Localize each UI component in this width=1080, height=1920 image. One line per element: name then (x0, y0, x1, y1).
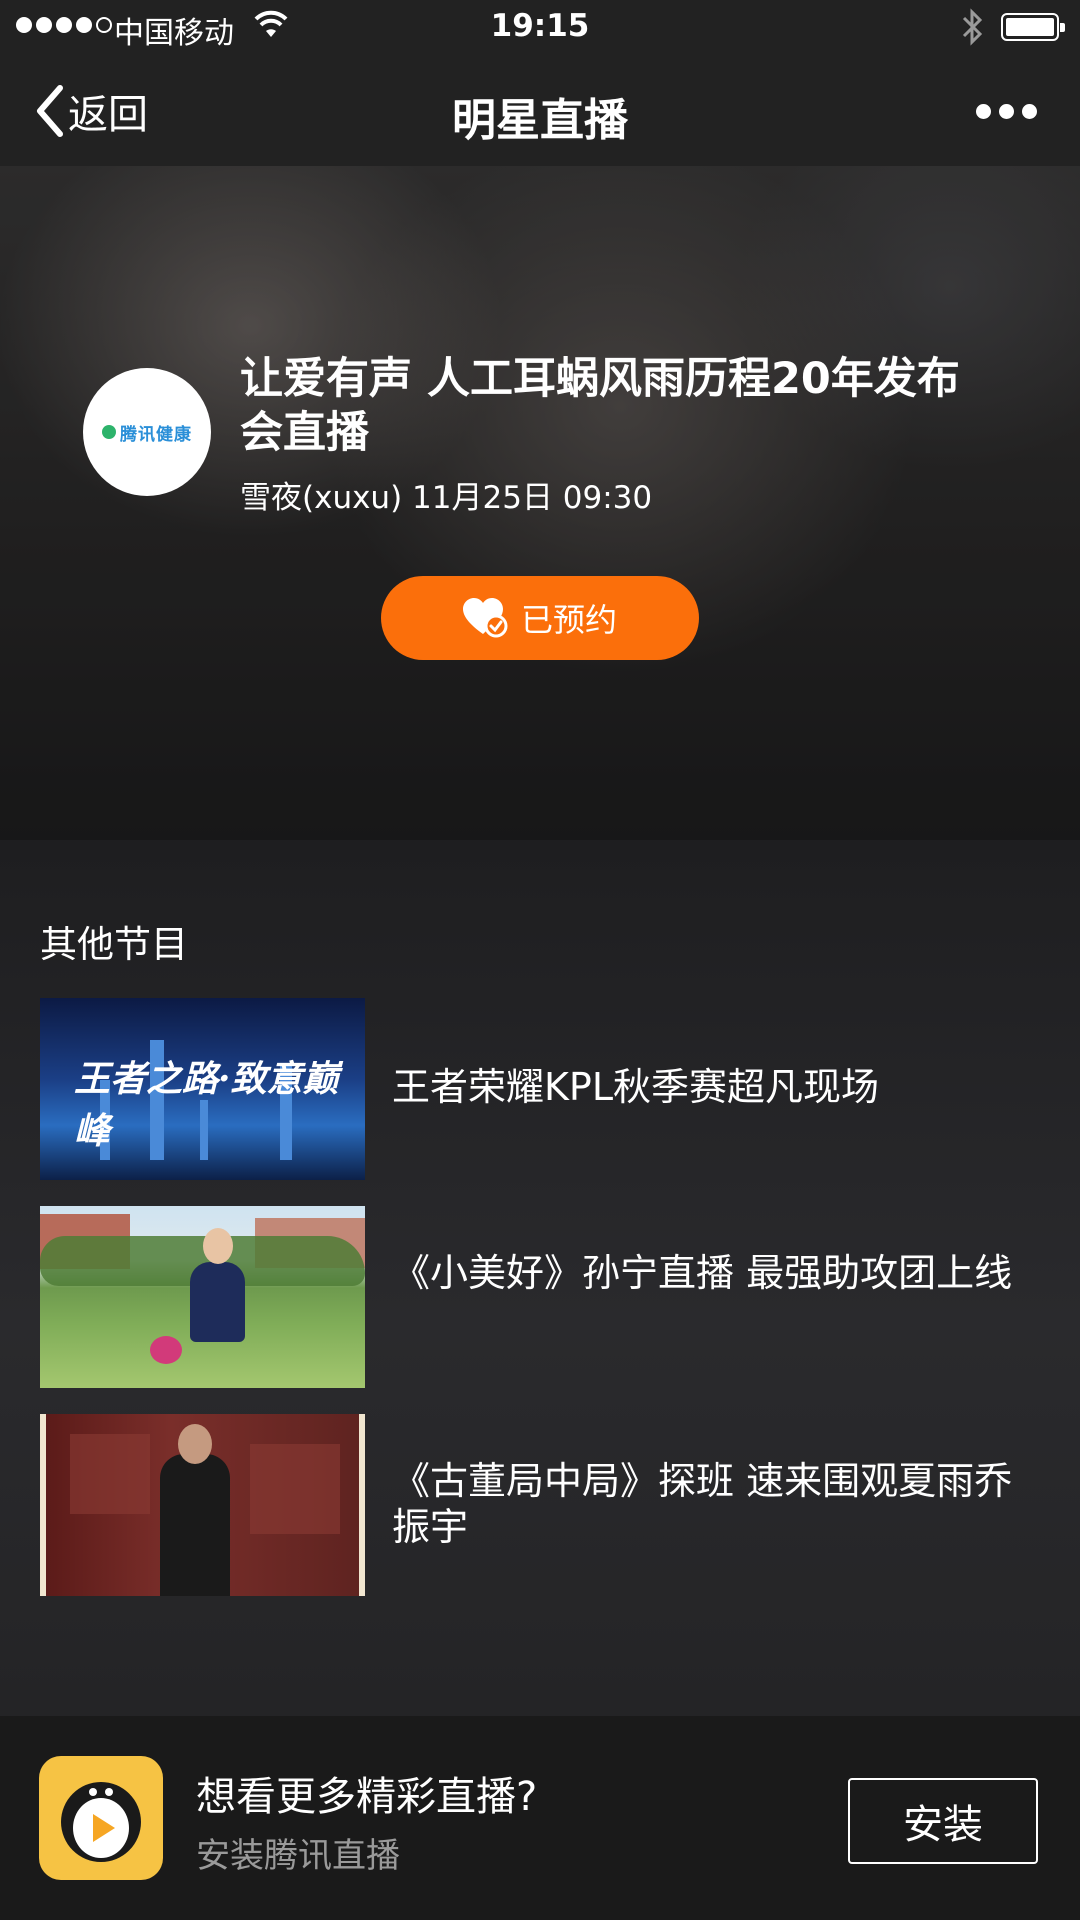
program-title: 王者荣耀KPL秋季赛超凡现场 (392, 1065, 880, 1109)
banner-title: 想看更多精彩直播? (196, 1774, 538, 1820)
live-title: 让爱有声 人工耳蜗风雨历程20年发布会直播 (240, 354, 960, 458)
penguin-play-icon (61, 1782, 141, 1862)
banner-subtitle: 安装腾讯直播 (196, 1836, 400, 1876)
reserved-label: 已预约 (520, 601, 617, 639)
live-hero: 腾讯健康 让爱有声 人工耳蜗风雨历程20年发布会直播 雪夜(xuxu) 11月2… (0, 166, 1080, 840)
page-title: 明星直播 (452, 95, 628, 146)
install-button[interactable]: 安装 (848, 1778, 1038, 1864)
status-bar: 中国移动 19:15 (0, 0, 1080, 58)
clock: 19:15 (490, 8, 590, 44)
host-avatar: 腾讯健康 (83, 368, 211, 496)
program-item[interactable]: 《小美好》孙宁直播 最强助攻团上线 (40, 1206, 1040, 1388)
program-title: 《古董局中局》探班 速来围观夏雨乔振宇 (392, 1459, 1013, 1549)
program-thumbnail (40, 1206, 365, 1388)
reserved-button[interactable]: 已预约 (381, 576, 699, 660)
more-options-button[interactable] (976, 104, 1037, 119)
program-title: 《小美好》孙宁直播 最强助攻团上线 (392, 1251, 1013, 1295)
program-thumbnail: 王者之路·致意巅峰 (40, 998, 365, 1180)
section-title: 其他节目 (40, 923, 188, 966)
program-item[interactable]: 王者之路·致意巅峰 王者荣耀KPL秋季赛超凡现场 (40, 998, 1040, 1180)
live-host-and-time: 雪夜(xuxu) 11月25日 09:30 (240, 480, 653, 516)
program-thumbnail (40, 1414, 365, 1596)
other-programs-section: 其他节目 王者之路·致意巅峰 王者荣耀KPL秋季赛超凡现场 《小美好》孙宁直播 … (0, 840, 1080, 1716)
bluetooth-icon (960, 8, 984, 50)
nav-bar: 返回 明星直播 (0, 58, 1080, 166)
host-logo-mark (102, 425, 116, 439)
host-logo-text: 腾讯健康 (120, 424, 192, 445)
install-banner: 想看更多精彩直播? 安装腾讯直播 安装 (0, 1716, 1080, 1920)
heart-check-icon (462, 598, 508, 638)
program-item[interactable]: 《古董局中局》探班 速来围观夏雨乔振宇 (40, 1414, 1040, 1596)
app-icon (39, 1756, 163, 1880)
battery-icon (1001, 13, 1065, 41)
